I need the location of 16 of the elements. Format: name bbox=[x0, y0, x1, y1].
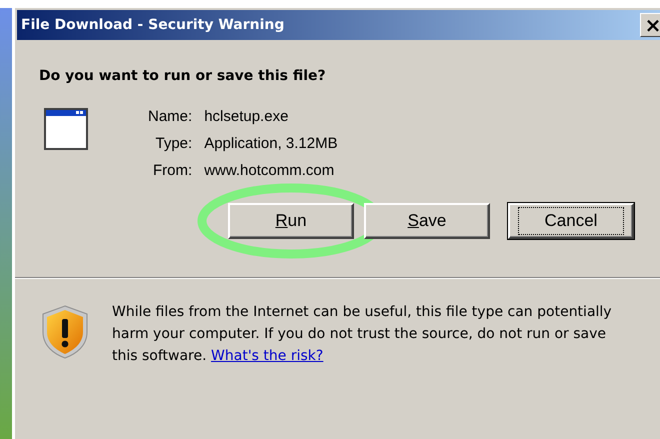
warning-text: While files from the Internet can be useful, this file type can potentially harm your computer. If you do not trust the source, do not run or save this software. What's the risk? bbox=[112, 303, 613, 366]
field-value: hclsetup.exe bbox=[204, 108, 290, 125]
field-value: Application, 3.12MB bbox=[204, 135, 338, 152]
save-button[interactable]: Save bbox=[364, 203, 490, 239]
run-button[interactable]: Run bbox=[228, 203, 354, 239]
field-label: Type: bbox=[154, 135, 192, 152]
field-label: From: bbox=[152, 162, 192, 179]
field-label: Name: bbox=[148, 108, 192, 125]
application-window-icon bbox=[44, 108, 88, 150]
close-button[interactable]: × bbox=[640, 13, 660, 37]
warning-shield-icon bbox=[42, 305, 88, 359]
question-text: Do you want to run or save this file? bbox=[39, 68, 327, 84]
window-title: File Download - Security Warning bbox=[20, 17, 284, 33]
field-value: www.hotcomm.com bbox=[204, 162, 336, 179]
cancel-button[interactable]: Cancel bbox=[508, 203, 634, 239]
risk-link[interactable]: What's the risk? bbox=[211, 348, 324, 364]
